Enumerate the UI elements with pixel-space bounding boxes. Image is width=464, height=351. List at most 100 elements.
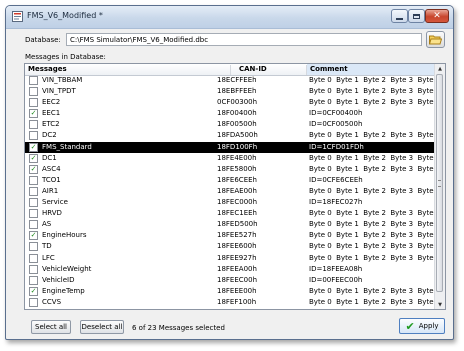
message-name: VIN_TPDT [42,87,76,96]
close-icon: ✕ [433,10,441,21]
list-item[interactable]: ✓ EngineTemp 18FEEE00h Byte 0 Byte 1 Byte 2… [25,286,440,297]
list-item[interactable]: VIN_TPDT 18EBFFEEh Byte 0 Byte 1 Byte 2 By… [25,86,440,97]
list-item[interactable]: AIR1 18FEAE00h Byte 0 Byte 1 Byte 2 Byte 3… [25,186,440,197]
message-checkbox[interactable] [29,220,38,230]
list-item[interactable]: VIN_TBBAM 18ECFFEEh Byte 0 Byte 1 Byte 2 B… [25,75,440,86]
message-comment: Byte 0 Byte 1 Byte 2 Byte 3 Byte 4 [309,98,441,107]
message-checkbox[interactable] [29,175,38,185]
list-item[interactable]: ETC2 18F00500h ID=0CF00500h [25,119,436,130]
message-name: DC2 [42,131,57,140]
list-item[interactable]: ✓ DC1 18FE4E00h Byte 0 Byte 1 Byte 2 Byte 3… [25,153,440,164]
message-checkbox[interactable] [29,198,38,208]
message-checkbox[interactable] [29,131,38,141]
list-item[interactable]: CCVS 18FEF100h Byte 0 Byte 1 Byte 2 Byte 3… [25,297,440,308]
message-can-id: 18ECFFEEh [217,76,257,84]
column-header-messages[interactable]: Messages [25,65,231,75]
message-checkbox[interactable] [29,209,38,219]
message-checkbox[interactable]: ✓ [29,109,38,119]
list-item[interactable]: ✓ EEC1 18F00400h ID=0CF00400h [25,108,436,119]
message-checkbox[interactable]: ✓ [29,286,38,296]
message-checkbox[interactable] [29,275,38,285]
list-item[interactable]: EEC2 0CF00300h Byte 0 Byte 1 Byte 2 Byte 3… [25,97,440,108]
message-checkbox[interactable] [29,264,38,274]
message-can-id: 18FD100Fh [217,142,258,151]
message-comment: ID=1CFD01FDh [309,142,364,151]
message-checkbox[interactable] [29,76,38,85]
message-name: TD [42,242,52,251]
selection-status: 6 of 23 Messages selected [132,324,225,332]
maximize-button[interactable] [408,9,425,23]
apply-button[interactable]: ✔ Apply [399,318,445,334]
grip-icon [438,180,441,187]
list-item[interactable]: AS 18FED500h Byte 0 Byte 1 Byte 2 Byte 3 B… [25,219,440,230]
message-comment: Byte 0 Byte 1 Byte 2 Byte 3 Byte 4 [309,209,441,218]
message-checkbox[interactable] [29,297,38,307]
message-comment: Byte 0 Byte 1 Byte 2 Byte 3 Byte 4 [309,297,441,306]
message-can-id: 18F00500h [217,120,257,129]
message-comment: ID=00FEEC00h [309,275,363,284]
message-name: VehicleID [42,275,75,284]
list-item[interactable]: VehicleID 18FEEC00h ID=00FEEC00h [25,275,436,286]
apply-label: Apply [418,322,439,330]
message-name: EEC1 [42,109,61,118]
list-item[interactable]: LFC 18FEE927h Byte 0 Byte 1 Byte 2 Byte 3 … [25,253,440,264]
scroll-thumb[interactable] [436,74,443,292]
message-name: EEC2 [42,98,61,107]
message-checkbox[interactable]: ✓ [29,231,38,241]
column-header-can-id[interactable]: CAN-ID [231,65,307,75]
scroll-down-button[interactable]: ▼ [435,300,445,309]
select-all-button[interactable]: Select all [31,320,71,334]
message-can-id: 18FEC000h [217,198,258,207]
list-item[interactable]: ✓ EngineHours 18FEE527h Byte 0 Byte 1 Byte … [25,230,440,241]
list-item[interactable]: TCO1 18FE6CEEh ID=0CFE6CEEh [25,175,436,186]
message-checkbox[interactable] [29,120,38,130]
message-comment: Byte 0 Byte 1 Byte 2 Byte 3 Byte 4 [309,153,441,162]
close-button[interactable]: ✕ [425,9,449,23]
scroll-up-button[interactable]: ▲ [435,64,445,73]
message-can-id: 18FEF100h [217,297,257,306]
minimize-icon [396,17,403,20]
message-comment: Byte 0 Byte 1 Byte 2 Byte 3 Byte 4 [309,231,441,240]
message-can-id: 18FEEE00h [217,286,257,295]
title-bar[interactable]: FMS_V6_Modified * ✕ [6,6,453,29]
message-comment: Byte 0 Byte 1 Byte 2 Byte 3 Byte 4 [309,286,441,295]
message-name: EngineHours [42,231,87,240]
dialog-window: FMS_V6_Modified * ✕ Database: C:\FMS Sim… [5,5,454,340]
message-comment: ID=0CF00400h [309,109,363,118]
messages-list[interactable]: Messages CAN-ID Comment VIN_TBBAM 18ECFFE… [24,63,446,310]
list-item[interactable]: Service 18FEC000h ID=18FEC027h [25,197,436,208]
app-icon [12,11,23,22]
message-can-id: 18F00400h [217,109,257,118]
browse-button[interactable] [426,31,445,48]
message-checkbox[interactable] [29,186,38,196]
check-mark-icon: ✓ [30,231,37,240]
list-item[interactable]: VehicleWeight 18FEEA00h ID=18FEEA08h [25,264,436,275]
message-checkbox[interactable]: ✓ [29,153,38,163]
list-item[interactable]: HRVD 18FEC1EEh Byte 0 Byte 1 Byte 2 Byte 3… [25,208,440,219]
message-checkbox[interactable]: ✓ [29,142,38,152]
list-item[interactable]: ✓ ASC4 18FE5800h Byte 0 Byte 1 Byte 2 Byte … [25,164,440,175]
check-mark-icon: ✓ [30,109,37,118]
list-item[interactable]: TD 18FEE600h Byte 0 Byte 1 Byte 2 Byte 3 B… [25,241,440,252]
check-mark-icon: ✓ [30,153,37,162]
message-name: CCVS [42,297,62,306]
message-checkbox[interactable]: ✓ [29,164,38,174]
message-can-id: 18FEEC00h [217,275,258,284]
list-item[interactable]: DC2 18FDA500h Byte 0 Byte 1 Byte 2 Byte 3 … [25,130,440,141]
column-header-comment[interactable]: Comment [307,64,436,75]
minimize-button[interactable] [391,9,408,23]
database-path-field[interactable]: C:\FMS Simulator\FMS_V6_Modified.dbc [66,33,422,46]
message-checkbox[interactable] [29,98,38,108]
message-comment: Byte 0 Byte 1 Byte 2 Byte 3 Byte 4 [309,220,441,229]
message-checkbox[interactable] [29,253,38,263]
messages-label: Messages in Database: [25,53,106,61]
message-checkbox[interactable] [29,87,38,97]
triangle-down-icon: ▼ [438,301,442,308]
message-checkbox[interactable] [29,242,38,252]
vertical-scrollbar[interactable]: ▲ ▼ [434,64,445,309]
deselect-all-button[interactable]: Deselect all [80,320,124,334]
message-can-id: 18FEC1EEh [217,209,257,218]
message-can-id: 18FE5800h [217,164,257,173]
list-item[interactable]: ✓ FMS_Standard 18FD100Fh ID=1CFD01FDh [25,141,436,153]
message-comment: Byte 0 Byte 1 Byte 2 Byte 3 Byte 4 [309,186,441,195]
